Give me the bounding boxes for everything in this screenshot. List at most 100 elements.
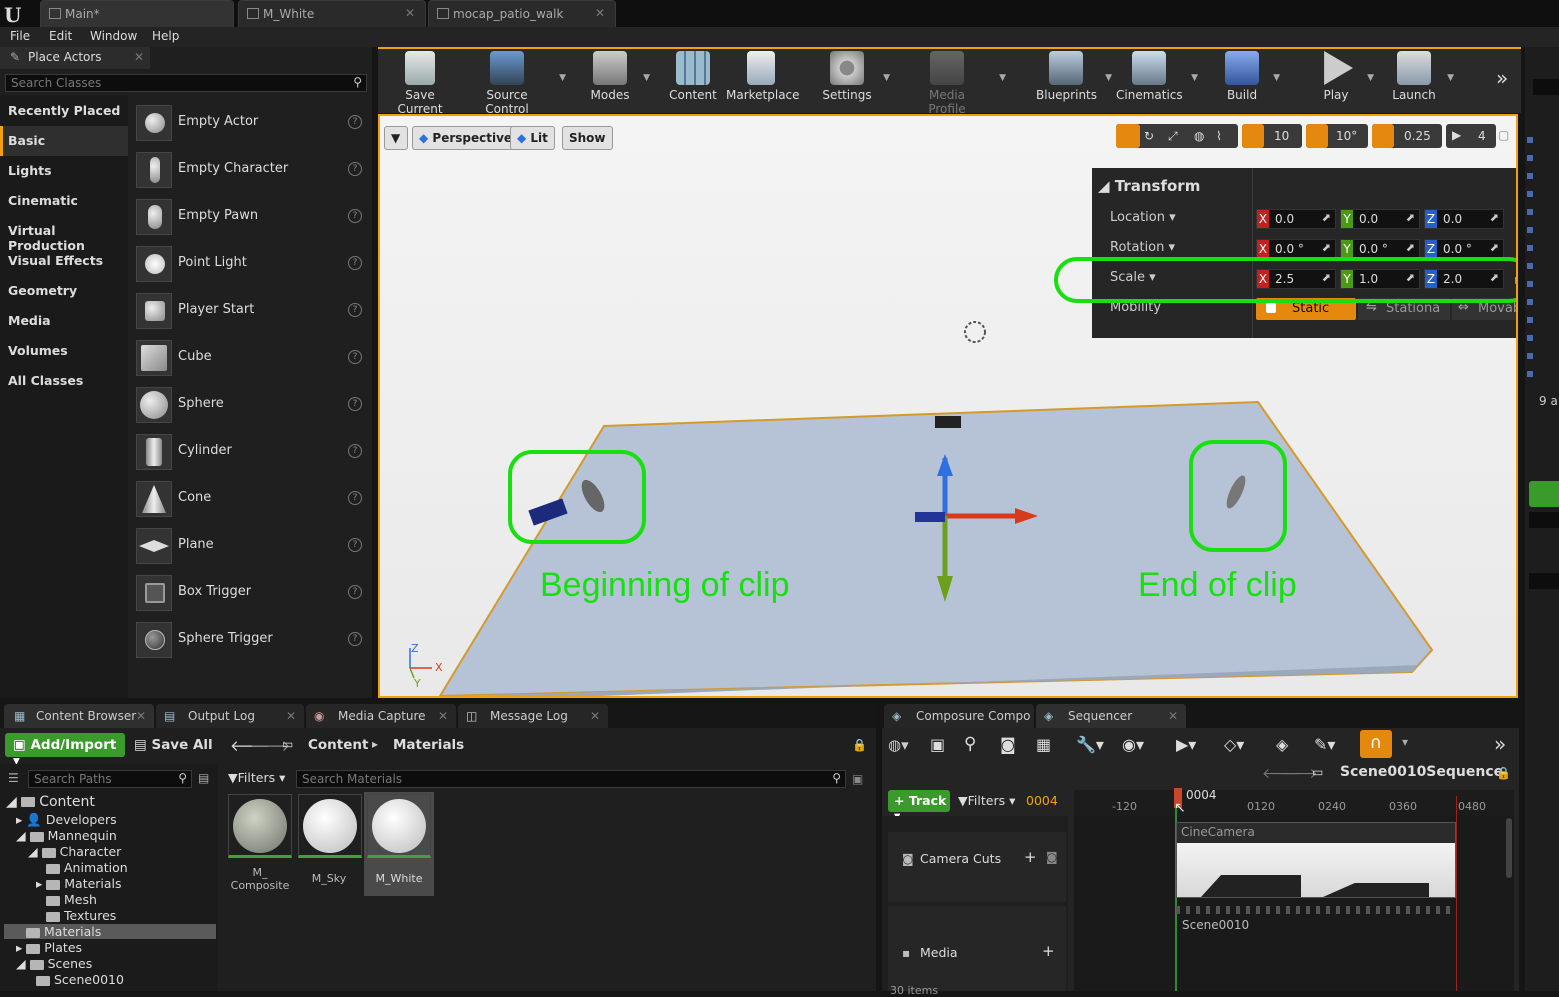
tree-item[interactable]: ◢ Scenes: [16, 956, 92, 971]
camera-icon[interactable]: ◙: [1046, 850, 1058, 864]
scrollbar[interactable]: [1506, 818, 1512, 878]
help-icon[interactable]: ?: [348, 585, 362, 599]
close-icon[interactable]: ✕: [438, 709, 448, 723]
lit-button[interactable]: ◆ Lit: [510, 126, 555, 150]
search-materials-input[interactable]: Search Materials ⚲: [296, 770, 846, 788]
play-button[interactable]: Play ▼: [1314, 51, 1374, 109]
current-frame[interactable]: 0004: [1026, 793, 1058, 808]
chevron-down-icon[interactable]: ▼: [643, 73, 650, 83]
help-icon[interactable]: ?: [348, 162, 362, 176]
transform-header[interactable]: ◢ Transform: [1098, 177, 1200, 195]
actor-item[interactable]: Player Start?: [134, 287, 368, 334]
actor-item[interactable]: Cylinder?: [134, 428, 368, 475]
actor-item[interactable]: Point Light?: [134, 240, 368, 287]
settings-button[interactable]: Settings ▼: [820, 51, 890, 109]
tab-media-capture[interactable]: ◉ Media Capture ✕: [306, 704, 456, 728]
maximize-icon[interactable]: ▢: [1498, 128, 1509, 142]
help-icon[interactable]: ?: [348, 632, 362, 646]
add-import-button[interactable]: ▣ Add/Import ▾: [5, 733, 125, 769]
perspective-button[interactable]: ◆ Perspective: [412, 126, 520, 150]
translate-icon[interactable]: [1116, 124, 1140, 148]
tab-sequencer[interactable]: ◈ Sequencer ✕: [1036, 704, 1186, 728]
toolbar-overflow-icon[interactable]: »: [1496, 66, 1508, 90]
unreal-logo-icon[interactable]: U: [4, 3, 26, 27]
build-button[interactable]: Build ▼: [1220, 51, 1280, 109]
help-icon[interactable]: ?: [348, 538, 362, 552]
filters-button[interactable]: ▼Filters ▾: [958, 793, 1015, 808]
close-icon[interactable]: ✕: [1168, 709, 1178, 723]
category-basic[interactable]: Basic: [0, 126, 128, 156]
chevron-down-icon[interactable]: ▼: [559, 73, 566, 83]
tree-item[interactable]: Mesh: [46, 892, 97, 907]
category-recently-placed[interactable]: Recently Placed: [0, 96, 128, 126]
tab-m-white[interactable]: M_White ✕: [238, 0, 426, 27]
tree-item[interactable]: ▸ 👤 Developers: [16, 812, 117, 828]
tree-item[interactable]: Scene0010: [36, 972, 124, 987]
location-label[interactable]: Location ▾: [1110, 210, 1176, 225]
grid-snap[interactable]: 10: [1242, 124, 1302, 148]
level-viewport[interactable]: Beginning of clip End of clip Z X Y ▼ ◆ …: [378, 114, 1518, 698]
transform-mode-group[interactable]: ↻ ⤢ ◍ ⌇: [1116, 124, 1238, 148]
chevron-down-icon[interactable]: ▼: [1105, 73, 1112, 83]
tab-output-log[interactable]: ▤ Output Log ✕: [156, 704, 304, 728]
help-icon[interactable]: ?: [348, 491, 362, 505]
source-control-button[interactable]: Source Control ▼: [464, 51, 566, 116]
tab-composure[interactable]: ◈ Composure Compo: [884, 704, 1034, 728]
help-icon[interactable]: ?: [348, 115, 362, 129]
angle-snap[interactable]: 10°: [1306, 124, 1368, 148]
marketplace-button[interactable]: Marketplace: [726, 51, 800, 109]
visibility-column[interactable]: [1527, 137, 1533, 387]
chevron-down-icon[interactable]: ▼: [1367, 73, 1374, 83]
scale-icon[interactable]: ⤢: [1168, 129, 1178, 144]
surface-snap-icon[interactable]: ⌇: [1216, 129, 1222, 143]
close-icon[interactable]: ✕: [286, 709, 296, 723]
track-camera-cuts[interactable]: ◙ Camera Cuts + ◙: [888, 832, 1066, 902]
clapperboard-icon[interactable]: ▦: [1036, 735, 1051, 754]
breadcrumb-materials[interactable]: Materials: [393, 737, 464, 753]
pencil-icon[interactable]: ✎▾: [1314, 735, 1335, 754]
lock-icon[interactable]: 🔒: [852, 738, 867, 752]
rotate-icon[interactable]: ↻: [1144, 129, 1154, 143]
category-cinematic[interactable]: Cinematic: [0, 186, 128, 216]
chevron-down-icon[interactable]: ▼: [1273, 73, 1280, 83]
asset-tile[interactable]: [228, 794, 292, 858]
add-icon[interactable]: +: [1024, 848, 1037, 866]
content-button[interactable]: Content: [668, 51, 718, 109]
save-search-icon[interactable]: ▣: [852, 772, 863, 786]
tree-item[interactable]: ◢ Content: [6, 794, 95, 810]
save-all-button[interactable]: ▤ Save All: [134, 737, 213, 753]
track-media[interactable]: ▪ Media +: [888, 906, 1066, 991]
filters-button[interactable]: ▼Filters ▾: [228, 770, 285, 785]
close-icon[interactable]: ✕: [134, 50, 144, 64]
actor-item[interactable]: Plane?: [134, 522, 368, 569]
blueprints-button[interactable]: Blueprints ▼: [1036, 51, 1112, 109]
category-all-classes[interactable]: All Classes: [0, 366, 128, 396]
launch-button[interactable]: Launch ▼: [1390, 51, 1454, 109]
chevron-down-icon[interactable]: ▼: [1191, 73, 1198, 83]
actor-item[interactable]: Box Trigger?: [134, 569, 368, 616]
category-lights[interactable]: Lights: [0, 156, 128, 186]
add-icon[interactable]: +: [1042, 942, 1055, 960]
actor-item[interactable]: Empty Character?: [134, 146, 368, 193]
help-icon[interactable]: ?: [348, 444, 362, 458]
menu-help[interactable]: Help: [152, 29, 179, 43]
search-components-input[interactable]: [1529, 512, 1559, 528]
actor-item[interactable]: Cone?: [134, 475, 368, 522]
tree-toggle-icon[interactable]: ☰: [8, 771, 19, 785]
tab-content-browser[interactable]: ▦ Content Browser ✕: [4, 704, 154, 728]
help-icon[interactable]: ?: [348, 303, 362, 317]
actor-item[interactable]: Empty Pawn?: [134, 193, 368, 240]
actor-item[interactable]: Sphere Trigger?: [134, 616, 368, 663]
help-icon[interactable]: ?: [348, 209, 362, 223]
search-icon[interactable]: ⚲: [964, 734, 976, 754]
category-virtual-production[interactable]: Virtual Production: [0, 216, 128, 253]
actor-item[interactable]: Cube?: [134, 334, 368, 381]
snap-magnet-icon[interactable]: ∩: [1360, 730, 1392, 758]
location-x-field[interactable]: X 0.0 ⬈: [1256, 209, 1336, 229]
lock-icon[interactable]: 🔒: [1496, 766, 1511, 780]
menu-edit[interactable]: Edit: [49, 29, 72, 43]
tree-item[interactable]: ▸ Materials: [36, 876, 122, 891]
place-actors-tab[interactable]: ✎ Place Actors ✕: [0, 47, 150, 69]
category-volumes[interactable]: Volumes: [0, 336, 128, 366]
modes-button[interactable]: Modes ▼: [586, 51, 650, 109]
